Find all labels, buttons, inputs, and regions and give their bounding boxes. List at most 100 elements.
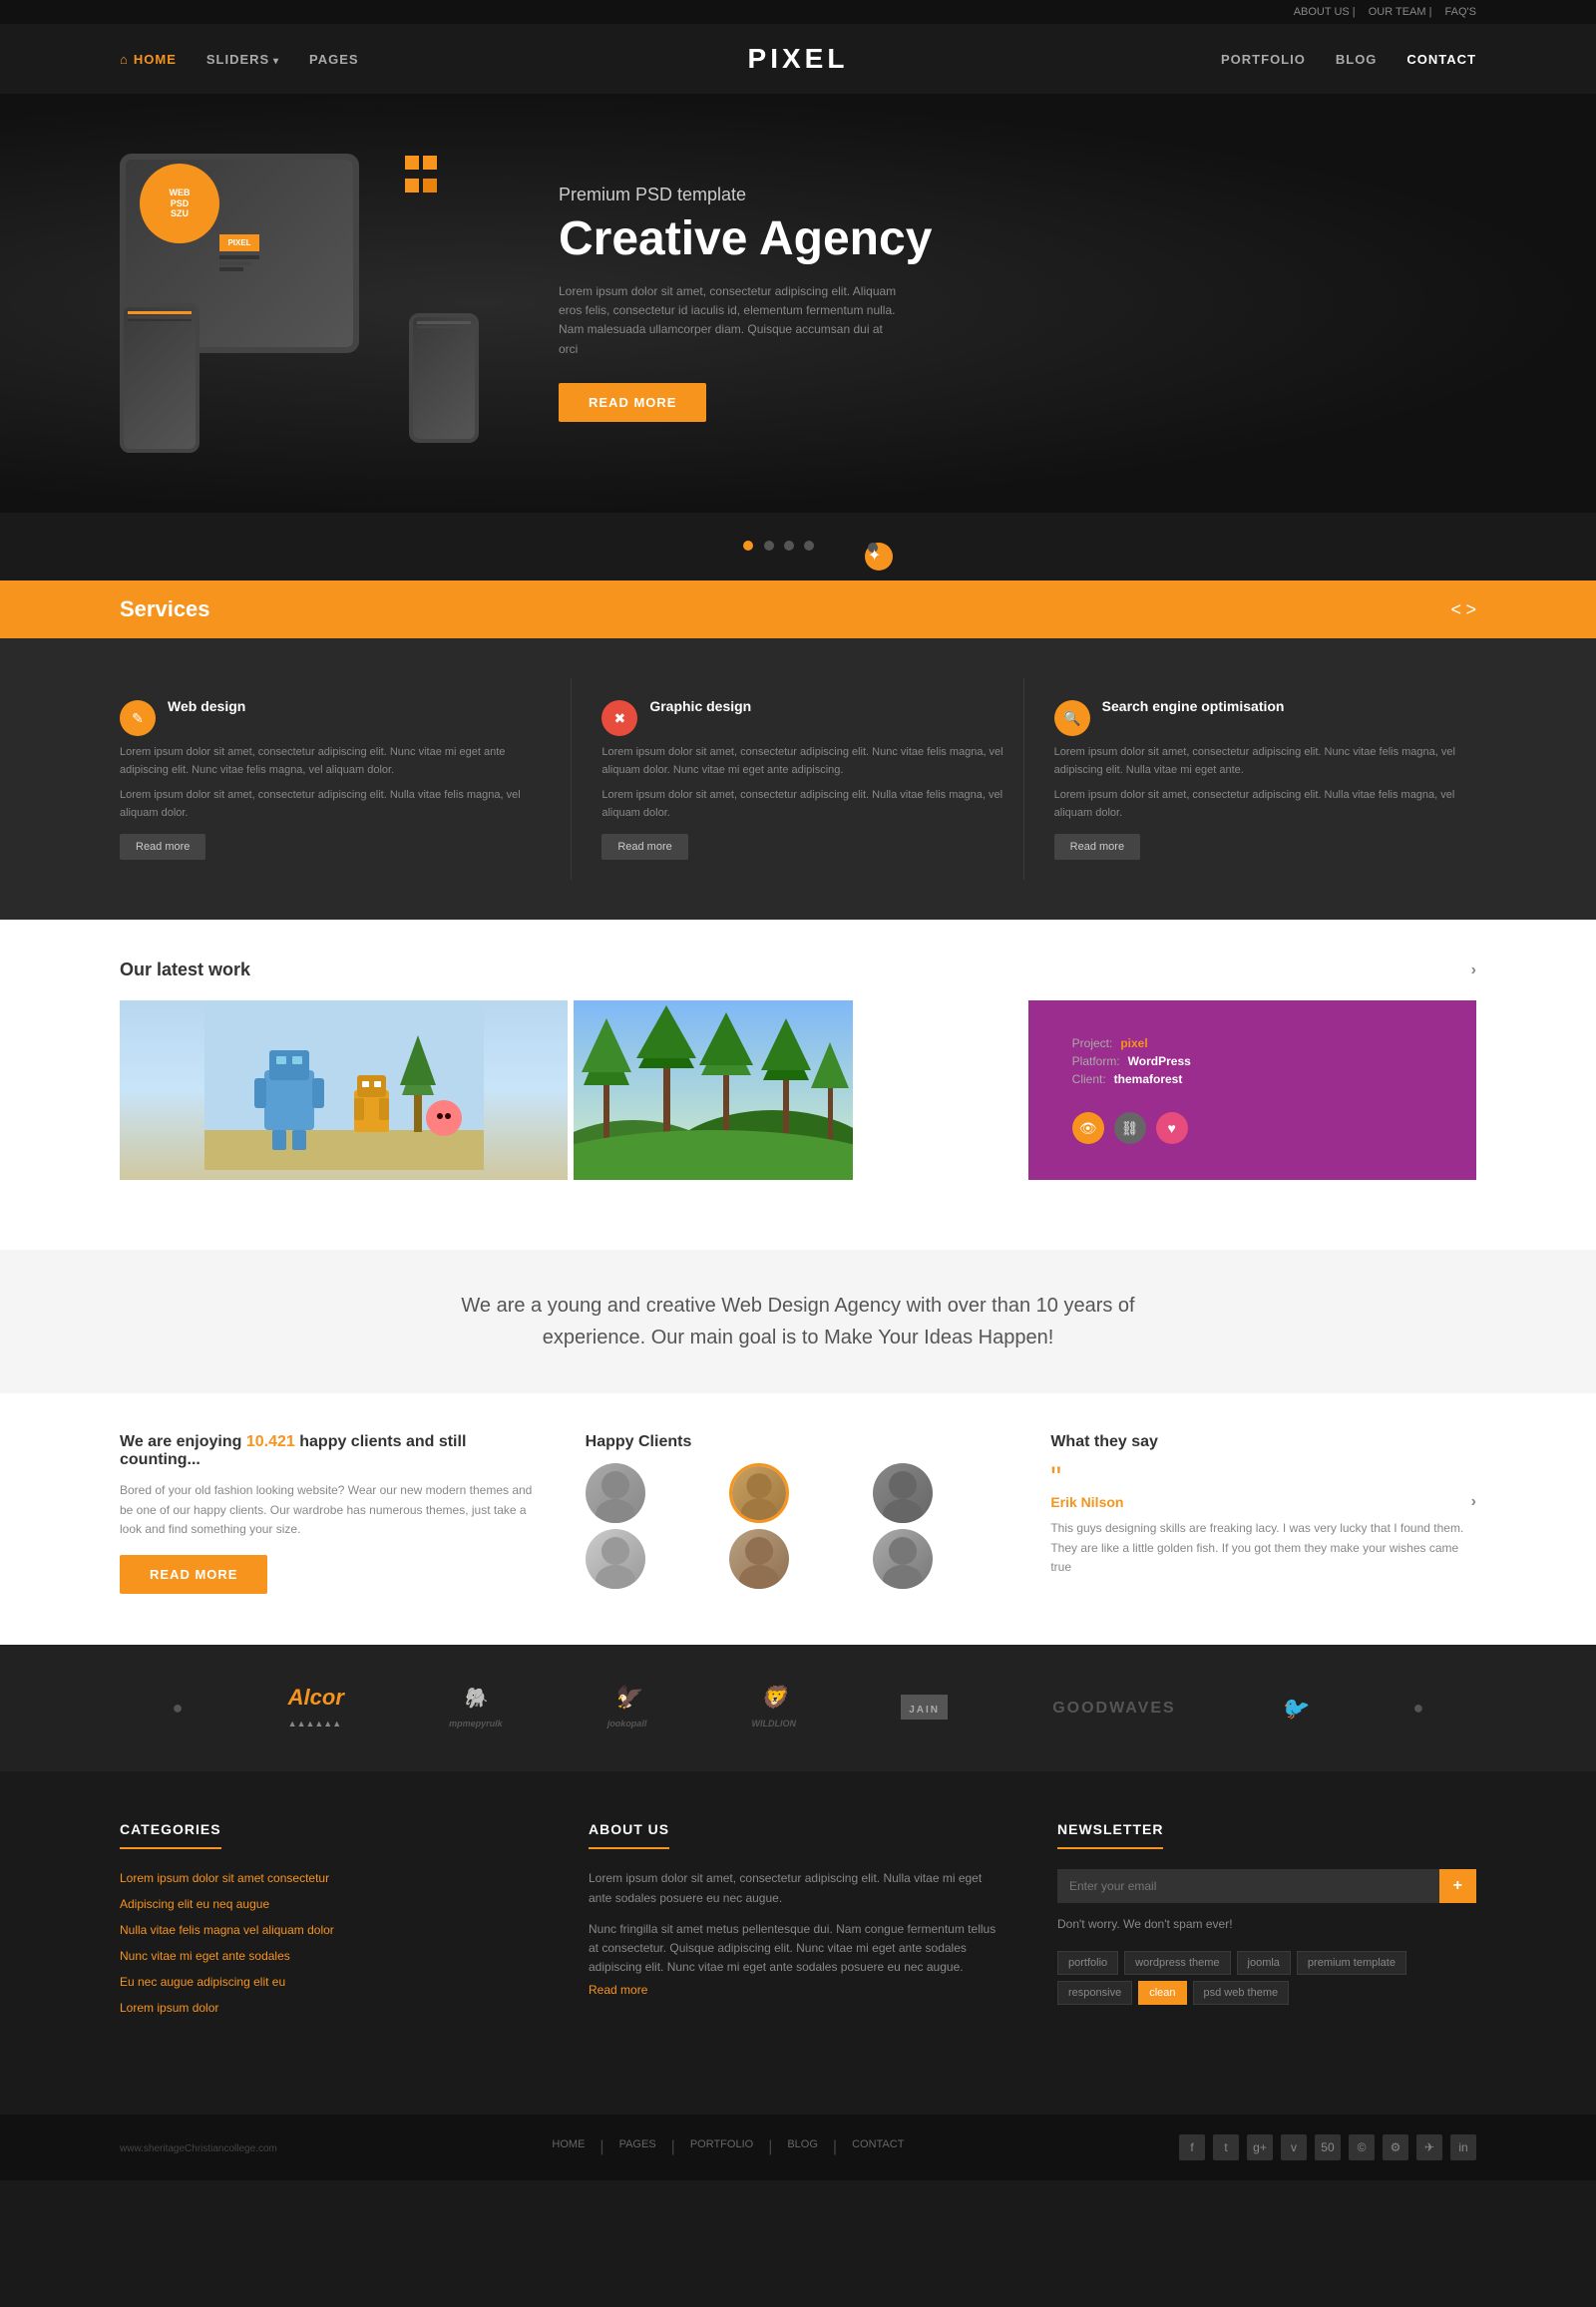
service-name-graphic: Graphic design bbox=[649, 698, 751, 714]
service-desc1-seo: Lorem ipsum dolor sit amet, consectetur … bbox=[1054, 744, 1476, 779]
site-logo: PIXEL bbox=[748, 43, 849, 75]
footer-cat-link-1[interactable]: Lorem ipsum dolor sit amet consectetur bbox=[120, 1871, 329, 1885]
partner-logo-wildlion[interactable]: 🦁 WILDLION bbox=[752, 1685, 797, 1731]
service-item-webdesign: ✎ Web design Lorem ipsum dolor sit amet,… bbox=[120, 678, 572, 880]
portfolio-view-btn[interactable]: 👁 bbox=[1072, 1112, 1104, 1144]
service-cta-seo[interactable]: Read more bbox=[1054, 834, 1140, 860]
service-item-seo: 🔍 Search engine optimisation Lorem ipsum… bbox=[1024, 678, 1476, 880]
tag-psd[interactable]: psd web theme bbox=[1193, 1981, 1290, 2005]
stats-clients-desc: Bored of your old fashion looking websit… bbox=[120, 1481, 546, 1539]
partner-logo-jain[interactable]: JAIN bbox=[901, 1695, 948, 1722]
tag-responsive[interactable]: responsive bbox=[1057, 1981, 1132, 2005]
top-faq[interactable]: FAQ'S bbox=[1445, 6, 1476, 18]
nav-contact[interactable]: CONTACT bbox=[1406, 52, 1476, 67]
portfolio-item-3[interactable]: Project: pixel Platform: WordPress Clien… bbox=[1028, 1000, 1476, 1180]
tag-clean[interactable]: clean bbox=[1138, 1981, 1186, 2005]
service-icon-webdesign: ✎ bbox=[120, 700, 156, 736]
social-settings[interactable]: ⚙ bbox=[1383, 2134, 1408, 2160]
client-avatar-2[interactable] bbox=[729, 1463, 789, 1523]
newsletter-email-input[interactable] bbox=[1057, 1869, 1439, 1903]
agency-bio-section: We are a young and creative Web Design A… bbox=[0, 1250, 1596, 1393]
social-copyright[interactable]: © bbox=[1349, 2134, 1375, 2160]
social-linkedin[interactable]: in bbox=[1450, 2134, 1476, 2160]
services-grid: ✎ Web design Lorem ipsum dolor sit amet,… bbox=[0, 638, 1596, 920]
portfolio-actions: 👁 ⛓ ♥ bbox=[1072, 1112, 1188, 1144]
partner-logo-alcor[interactable]: Alcor ▲▲▲▲▲▲ bbox=[288, 1685, 344, 1731]
dot-2[interactable] bbox=[764, 541, 774, 551]
footer-link-home[interactable]: HOME bbox=[552, 2138, 585, 2156]
social-send[interactable]: ✈ bbox=[1416, 2134, 1442, 2160]
client-avatar-4[interactable] bbox=[586, 1529, 645, 1589]
tag-joomla[interactable]: joomla bbox=[1237, 1951, 1291, 1975]
footer: CATEGORIES Lorem ipsum dolor sit amet co… bbox=[0, 1771, 1596, 2115]
footer-cat-link-3[interactable]: Nulla vitae felis magna vel aliquam dolo… bbox=[120, 1923, 334, 1937]
dot-1[interactable] bbox=[743, 541, 753, 551]
footer-categories-list: Lorem ipsum dolor sit amet consectetur A… bbox=[120, 1869, 539, 2017]
platform-value: WordPress bbox=[1128, 1054, 1191, 1068]
footer-cat-link-5[interactable]: Eu nec augue adipiscing elit eu bbox=[120, 1975, 285, 1989]
testimonial-next-arrow[interactable]: › bbox=[1471, 1493, 1476, 1511]
services-section: Services < > ✎ Web design Lorem ipsum do… bbox=[0, 580, 1596, 920]
tag-portfolio[interactable]: portfolio bbox=[1057, 1951, 1118, 1975]
footer-about-readmore[interactable]: Read more bbox=[589, 1983, 647, 1997]
social-twitter[interactable]: t bbox=[1213, 2134, 1239, 2160]
partner-nav-next[interactable]: ● bbox=[1412, 1698, 1423, 1719]
social-facebook[interactable]: f bbox=[1179, 2134, 1205, 2160]
list-item: Lorem ipsum dolor sit amet consectetur bbox=[120, 1869, 539, 1887]
portfolio-item-2[interactable] bbox=[574, 1000, 1021, 1180]
service-cta-webdesign[interactable]: Read more bbox=[120, 834, 205, 860]
social-500px[interactable]: 50 bbox=[1315, 2134, 1341, 2160]
service-cta-graphic[interactable]: Read more bbox=[601, 834, 687, 860]
stats-cta-button[interactable]: Read more bbox=[120, 1555, 267, 1594]
services-prev-btn[interactable]: < bbox=[1451, 599, 1462, 619]
nav-portfolio[interactable]: PORTFOLIO bbox=[1221, 52, 1306, 67]
portfolio-link-btn[interactable]: ⛓ bbox=[1114, 1112, 1146, 1144]
portfolio-section: Our latest work › bbox=[0, 920, 1596, 1250]
social-google[interactable]: g+ bbox=[1247, 2134, 1273, 2160]
dot-3[interactable] bbox=[784, 541, 794, 551]
newsletter-submit-btn[interactable]: + bbox=[1439, 1869, 1476, 1903]
service-icon-graphic: ✖ bbox=[601, 700, 637, 736]
dot-4[interactable] bbox=[804, 541, 814, 551]
footer-link-portfolio[interactable]: PORTFOLIO bbox=[690, 2138, 753, 2156]
stats-happy-clients-title: Happy Clients bbox=[586, 1433, 1011, 1451]
partner-logo-bird[interactable]: 🐦 bbox=[1281, 1696, 1308, 1722]
footer-categories: CATEGORIES Lorem ipsum dolor sit amet co… bbox=[120, 1821, 539, 2025]
top-bar: ABOUT US | OUR TEAM | FAQ'S bbox=[0, 0, 1596, 24]
tag-premium[interactable]: premium template bbox=[1297, 1951, 1406, 1975]
footer-cat-link-6[interactable]: Lorem ipsum dolor bbox=[120, 2001, 218, 2015]
tag-wordpress[interactable]: wordpress theme bbox=[1124, 1951, 1230, 1975]
nav-pages[interactable]: PAGES bbox=[309, 52, 359, 67]
footer-link-blog[interactable]: BLOG bbox=[787, 2138, 818, 2156]
client-avatar-6[interactable] bbox=[873, 1529, 933, 1589]
portfolio-next-arrow[interactable]: › bbox=[1471, 961, 1476, 979]
partner-logo-goodwaves[interactable]: GOODWAVES bbox=[1052, 1700, 1176, 1718]
client-avatar-5[interactable] bbox=[729, 1529, 789, 1589]
footer-link-pages[interactable]: PAGES bbox=[619, 2138, 656, 2156]
footer-link-contact[interactable]: CONTACT bbox=[852, 2138, 904, 2156]
client-avatar-1[interactable] bbox=[586, 1463, 645, 1523]
nav-sliders[interactable]: SLIDERS bbox=[206, 52, 279, 67]
footer-cat-link-2[interactable]: Adipiscing elit eu neq augue bbox=[120, 1897, 269, 1911]
services-next-btn[interactable]: > bbox=[1465, 599, 1476, 619]
project-value: pixel bbox=[1120, 1036, 1147, 1050]
hero-cta-button[interactable]: READ MORE bbox=[559, 383, 706, 422]
partner-logo-2[interactable]: 🐘 mpmepyrulk bbox=[449, 1686, 503, 1731]
top-team[interactable]: OUR TEAM bbox=[1369, 6, 1426, 18]
partner-nav-prev[interactable]: ● bbox=[173, 1698, 184, 1719]
footer-bottom-links: HOME | PAGES | PORTFOLIO | BLOG | CONTAC… bbox=[552, 2138, 904, 2156]
portfolio-item-1[interactable] bbox=[120, 1000, 568, 1180]
footer-cat-link-4[interactable]: Nunc vitae mi eget ante sodales bbox=[120, 1949, 290, 1963]
service-desc2-seo: Lorem ipsum dolor sit amet, consectetur … bbox=[1054, 787, 1476, 822]
client-value: themaforest bbox=[1114, 1072, 1183, 1086]
nav-blog[interactable]: BLOG bbox=[1336, 52, 1378, 67]
client-avatar-3[interactable] bbox=[873, 1463, 933, 1523]
portfolio-heart-btn[interactable]: ♥ bbox=[1156, 1112, 1188, 1144]
service-name-webdesign: Web design bbox=[168, 698, 245, 714]
footer-newsletter-title: NEWSLETTER bbox=[1057, 1821, 1163, 1849]
top-about[interactable]: ABOUT US bbox=[1294, 6, 1350, 18]
nav-home[interactable]: HOME bbox=[120, 52, 177, 67]
social-vimeo[interactable]: v bbox=[1281, 2134, 1307, 2160]
partner-logo-3[interactable]: 🦅 jookopall bbox=[607, 1685, 647, 1731]
social-icons: f t g+ v 50 © ⚙ ✈ in bbox=[1179, 2134, 1476, 2160]
